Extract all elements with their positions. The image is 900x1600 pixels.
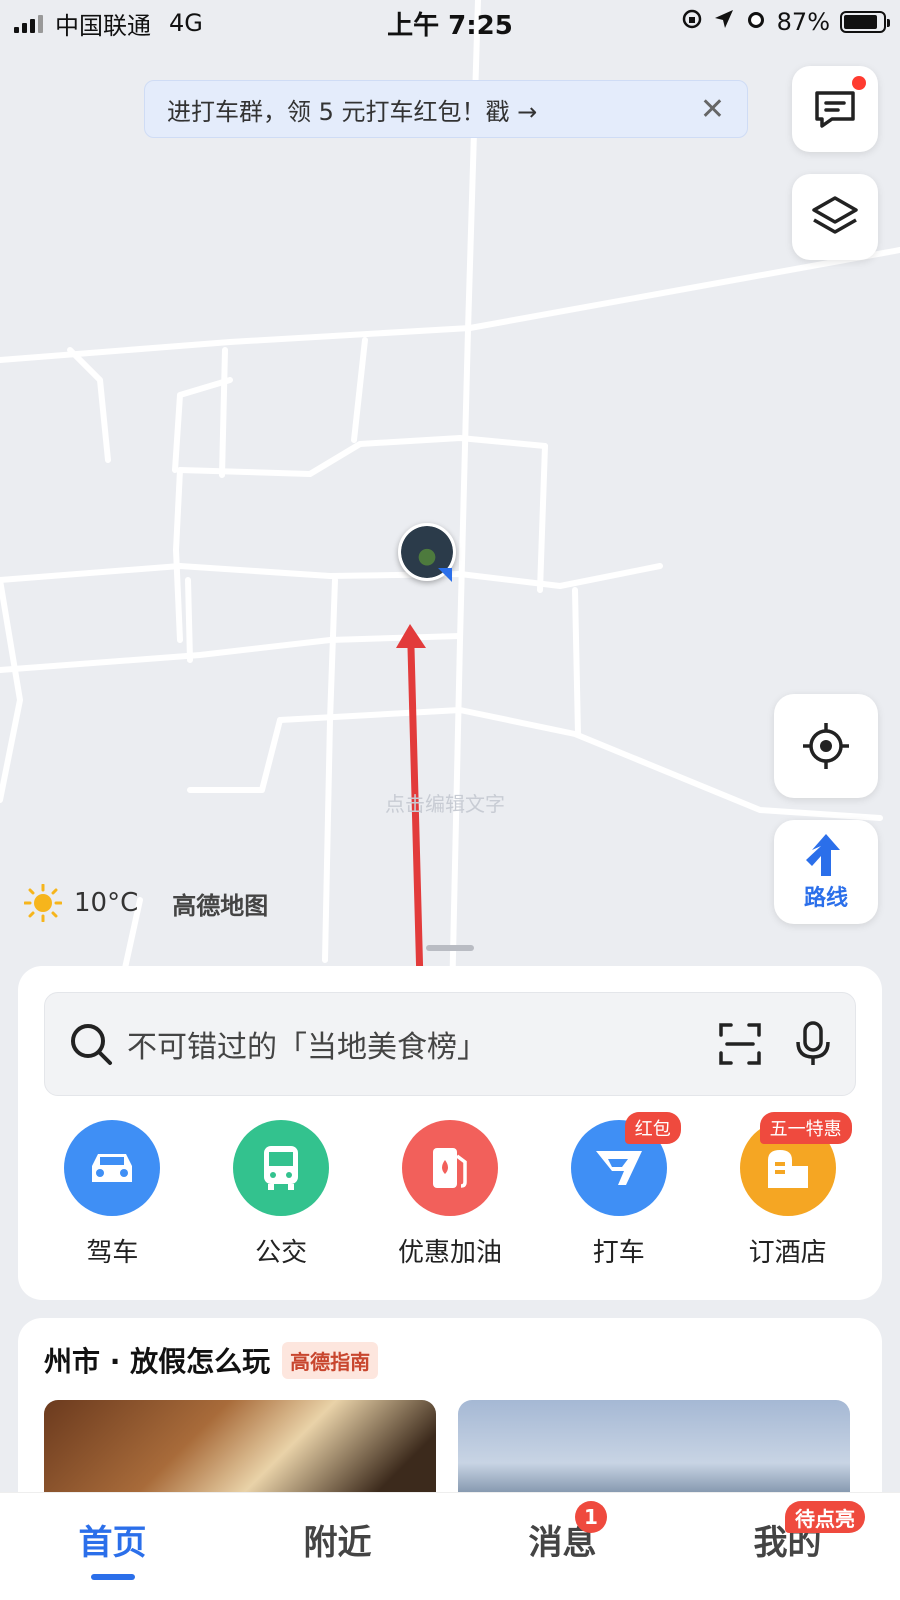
weather-temperature: 10°C	[74, 888, 139, 918]
road	[67, 347, 111, 463]
road	[0, 633, 463, 673]
map-watermark: 点击编辑文字	[385, 792, 505, 816]
road	[322, 577, 338, 963]
guide-header: 州市 · 放假怎么玩 高德指南	[44, 1340, 379, 1380]
promo-badge: 红包	[624, 1112, 681, 1144]
road	[219, 347, 228, 478]
quick-action-label: 优惠加油	[397, 1238, 502, 1268]
battery-level	[844, 15, 878, 29]
promo-badge: 五一特惠	[759, 1112, 852, 1144]
road	[177, 435, 548, 477]
tab-nearby[interactable]: 附近	[225, 1493, 450, 1600]
signal-icon	[14, 13, 43, 33]
search-placeholder[interactable]: 不可错过的「当地美食榜」	[127, 1022, 687, 1066]
quick-action-fuel[interactable]: 优惠加油	[380, 1120, 520, 1269]
heading-arrow-icon	[438, 568, 452, 582]
road	[185, 577, 193, 663]
tab-messages[interactable]: 消息 1	[450, 1493, 675, 1600]
battery-icon	[840, 11, 890, 33]
road	[0, 577, 23, 803]
layers-icon	[812, 196, 858, 234]
quick-actions: 驾车 公交 优惠加油 红包 打车 五一特惠 订酒店	[18, 1112, 882, 1269]
guide-title: 州市 · 放假怎么玩	[44, 1345, 271, 1378]
search-bar[interactable]: 不可错过的「当地美食榜」	[44, 992, 856, 1096]
quick-action-taxi[interactable]: 红包 打车	[549, 1112, 689, 1269]
quick-action-label: 公交	[255, 1238, 308, 1268]
panel-drag-handle[interactable]	[426, 945, 474, 951]
notification-dot	[852, 76, 866, 90]
tab-label: 附近	[303, 1523, 372, 1563]
route-icon	[806, 834, 840, 876]
road	[0, 563, 663, 589]
map-view[interactable]: 点击编辑文字	[0, 0, 900, 1000]
promo-banner[interactable]: 进打车群，领 5 元打车红包！戳 → ✕	[144, 80, 748, 138]
bus-icon	[233, 1120, 330, 1216]
microphone-icon	[796, 1021, 830, 1065]
tab-mine[interactable]: 我的 待点亮	[675, 1493, 900, 1600]
guide-tag: 高德指南	[282, 1341, 379, 1379]
bottom-panel: 不可错过的「当地美食榜」 驾车 公交 优惠加油 红包 打车 五一特惠 订酒店	[18, 966, 882, 1300]
road	[449, 0, 481, 1000]
map-brand-logo: 高德地图	[172, 891, 269, 920]
road	[572, 587, 581, 737]
quick-action-label: 驾车	[86, 1238, 139, 1268]
quick-action-hotel[interactable]: 五一特惠 订酒店	[718, 1112, 858, 1269]
message-button[interactable]	[792, 66, 878, 152]
search-icon	[71, 1024, 112, 1065]
battery-percent: 87%	[776, 8, 830, 36]
road	[187, 717, 283, 793]
message-icon	[815, 91, 855, 128]
alarm-icon	[745, 8, 767, 36]
tab-home[interactable]: 首页	[0, 1493, 225, 1600]
scan-button[interactable]	[717, 1021, 763, 1067]
voice-search-button[interactable]	[793, 1020, 833, 1068]
sun-icon	[24, 884, 62, 922]
tab-label: 首页	[78, 1523, 147, 1563]
network-type: 4G	[169, 9, 203, 37]
status-badge: 待点亮	[785, 1501, 865, 1533]
tab-bar: 首页 附近 消息 1 我的 待点亮	[0, 1492, 900, 1600]
car-icon	[64, 1120, 161, 1216]
unread-badge: 1	[575, 1501, 607, 1533]
promo-banner-text[interactable]: 进打车群，领 5 元打车红包！戳 →	[167, 92, 700, 127]
quick-action-drive[interactable]: 驾车	[42, 1120, 182, 1269]
locate-me-button[interactable]	[774, 694, 878, 798]
fuel-icon	[401, 1120, 498, 1216]
route-button[interactable]: 路线	[774, 820, 878, 924]
active-tab-indicator	[90, 1574, 135, 1580]
close-icon[interactable]: ✕	[700, 92, 725, 127]
crosshair-icon	[803, 723, 849, 769]
carrier-name: 中国联通	[55, 11, 151, 40]
rotation-lock-icon	[681, 8, 703, 36]
status-bar: 中国联通 4G 上午 7:25 87%	[0, 0, 900, 46]
location-arrow-icon	[713, 8, 735, 36]
road	[351, 337, 368, 443]
quick-action-label: 打车	[592, 1238, 645, 1268]
quick-action-label: 订酒店	[748, 1238, 827, 1268]
map-roads	[0, 0, 900, 1000]
scan-icon	[719, 1023, 761, 1065]
road	[0, 247, 900, 363]
road	[537, 443, 548, 593]
road	[173, 467, 183, 643]
quick-action-bus[interactable]: 公交	[211, 1120, 351, 1269]
weather-widget: 10°C 高德地图	[24, 884, 268, 922]
route-label: 路线	[803, 886, 848, 911]
map-layers-button[interactable]	[792, 174, 878, 260]
